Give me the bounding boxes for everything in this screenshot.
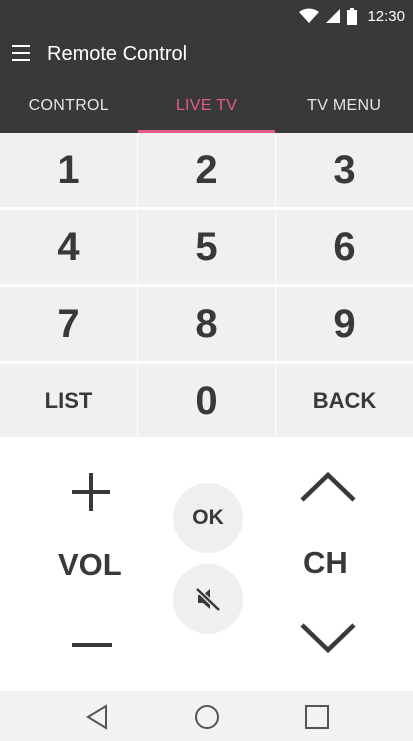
key-7[interactable]: 7 [0,287,137,361]
recents-square-icon[interactable] [303,703,331,731]
back-button[interactable]: BACK [276,364,413,438]
key-9[interactable]: 9 [276,287,413,361]
status-icons: 12:30 [299,0,405,32]
key-0[interactable]: 0 [138,364,275,438]
volume-down-icon[interactable] [72,639,114,651]
battery-icon [347,7,358,25]
key-2[interactable]: 2 [138,133,275,207]
channel-label: CH [303,545,348,580]
key-5[interactable]: 5 [138,210,275,284]
tab-live-tv[interactable]: LIVE TV [137,78,276,133]
list-button[interactable]: LIST [0,364,137,438]
ok-button[interactable]: OK [173,483,243,553]
ok-label: OK [192,506,224,529]
wifi-icon [299,8,320,23]
tab-tv-menu[interactable]: TV MENU [275,78,413,133]
mute-speaker-icon [195,587,221,612]
key-8[interactable]: 8 [138,287,275,361]
app-bar: Remote Control [0,32,413,78]
channel-down-icon[interactable] [300,621,356,655]
tab-bar: CONTROL LIVE TV TV MENU [0,78,413,133]
key-4[interactable]: 4 [0,210,137,284]
hamburger-menu-icon[interactable] [12,45,32,63]
app-title: Remote Control [47,43,188,65]
system-navigation-bar [0,691,413,741]
mute-button[interactable] [173,564,243,634]
key-3[interactable]: 3 [276,133,413,207]
back-triangle-icon[interactable] [84,703,112,731]
cellular-signal-icon [326,9,341,23]
home-circle-icon[interactable] [193,703,221,731]
status-bar: 12:30 [0,0,413,32]
volume-up-icon[interactable] [70,471,112,513]
tab-control[interactable]: CONTROL [0,78,138,133]
channel-up-icon[interactable] [300,470,356,504]
volume-label: VOL [58,547,122,582]
status-time: 12:30 [367,7,405,25]
key-6[interactable]: 6 [276,210,413,284]
volume-channel-controls: VOL OK CH [0,437,413,691]
key-1[interactable]: 1 [0,133,137,207]
number-keypad: 1 2 3 4 5 6 7 8 9 LIST 0 BACK [0,133,413,438]
